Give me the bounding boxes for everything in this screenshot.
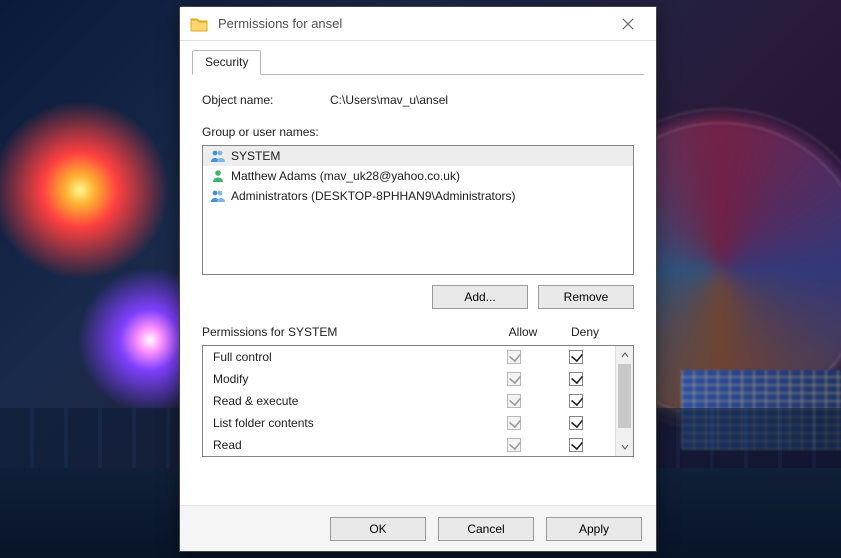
- object-name-label: Object name:: [202, 93, 330, 107]
- titlebar: Permissions for ansel: [180, 7, 656, 41]
- allow-checkbox: [507, 416, 521, 430]
- deny-checkbox[interactable]: [569, 438, 583, 452]
- user-icon: [209, 168, 227, 184]
- permissions-header: Permissions for SYSTEM Allow Deny: [202, 325, 634, 339]
- folder-icon: [190, 16, 208, 32]
- allow-checkbox: [507, 372, 521, 386]
- ok-button[interactable]: OK: [330, 517, 426, 541]
- deny-checkbox[interactable]: [569, 350, 583, 364]
- permission-row: Full control: [203, 346, 615, 368]
- object-name-value: C:\Users\mav_u\ansel: [330, 93, 448, 107]
- user-list[interactable]: SYSTEM Matthew Adams (mav_uk28@yahoo.co.u…: [202, 145, 634, 275]
- permission-name: Modify: [211, 372, 483, 386]
- user-row[interactable]: SYSTEM: [203, 146, 633, 166]
- user-row[interactable]: Matthew Adams (mav_uk28@yahoo.co.uk): [203, 166, 633, 186]
- allow-checkbox: [507, 438, 521, 452]
- dialog-footer: OK Cancel Apply: [180, 505, 656, 551]
- permission-row: List folder contents: [203, 412, 615, 434]
- permission-name: List folder contents: [211, 416, 483, 430]
- permissions-list-container: Full control Modify Read & execute List fol…: [202, 345, 634, 457]
- deny-checkbox[interactable]: [569, 394, 583, 408]
- dialog-content: Object name: C:\Users\mav_u\ansel Group …: [180, 75, 656, 505]
- allow-checkbox: [507, 394, 521, 408]
- cancel-button[interactable]: Cancel: [438, 517, 534, 541]
- permission-row: Modify: [203, 368, 615, 390]
- user-name: Matthew Adams (mav_uk28@yahoo.co.uk): [231, 169, 460, 183]
- deny-checkbox[interactable]: [569, 416, 583, 430]
- group-icon: [209, 148, 227, 164]
- allow-checkbox: [507, 350, 521, 364]
- permissions-list[interactable]: Full control Modify Read & execute List fol…: [203, 346, 615, 456]
- permission-row: Read: [203, 434, 615, 456]
- permissions-scrollbar[interactable]: [615, 346, 633, 456]
- scroll-down-arrow-icon[interactable]: [616, 438, 633, 456]
- permissions-dialog: Permissions for ansel Security Object na…: [179, 6, 657, 552]
- add-button[interactable]: Add...: [432, 285, 528, 309]
- scroll-up-arrow-icon[interactable]: [616, 346, 633, 364]
- permission-name: Read & execute: [211, 394, 483, 408]
- user-name: SYSTEM: [231, 149, 280, 163]
- permissions-for-label: Permissions for SYSTEM: [202, 325, 492, 339]
- permission-name: Full control: [211, 350, 483, 364]
- tab-strip: Security: [180, 41, 656, 74]
- close-button[interactable]: [606, 10, 650, 38]
- allow-column-header: Allow: [492, 325, 554, 339]
- user-list-buttons: Add... Remove: [202, 285, 634, 309]
- user-name: Administrators (DESKTOP-8PHHAN9\Administ…: [231, 189, 516, 203]
- close-icon: [622, 18, 634, 30]
- group-icon: [209, 188, 227, 204]
- group-or-user-names-label: Group or user names:: [202, 125, 634, 139]
- apply-button[interactable]: Apply: [546, 517, 642, 541]
- remove-button[interactable]: Remove: [538, 285, 634, 309]
- deny-checkbox[interactable]: [569, 372, 583, 386]
- user-row[interactable]: Administrators (DESKTOP-8PHHAN9\Administ…: [203, 186, 633, 206]
- permission-name: Read: [211, 438, 483, 452]
- scroll-thumb[interactable]: [618, 364, 631, 428]
- object-name-row: Object name: C:\Users\mav_u\ansel: [202, 93, 634, 107]
- dialog-title: Permissions for ansel: [218, 16, 606, 31]
- deny-column-header: Deny: [554, 325, 616, 339]
- permission-row: Read & execute: [203, 390, 615, 412]
- tab-security[interactable]: Security: [192, 50, 261, 75]
